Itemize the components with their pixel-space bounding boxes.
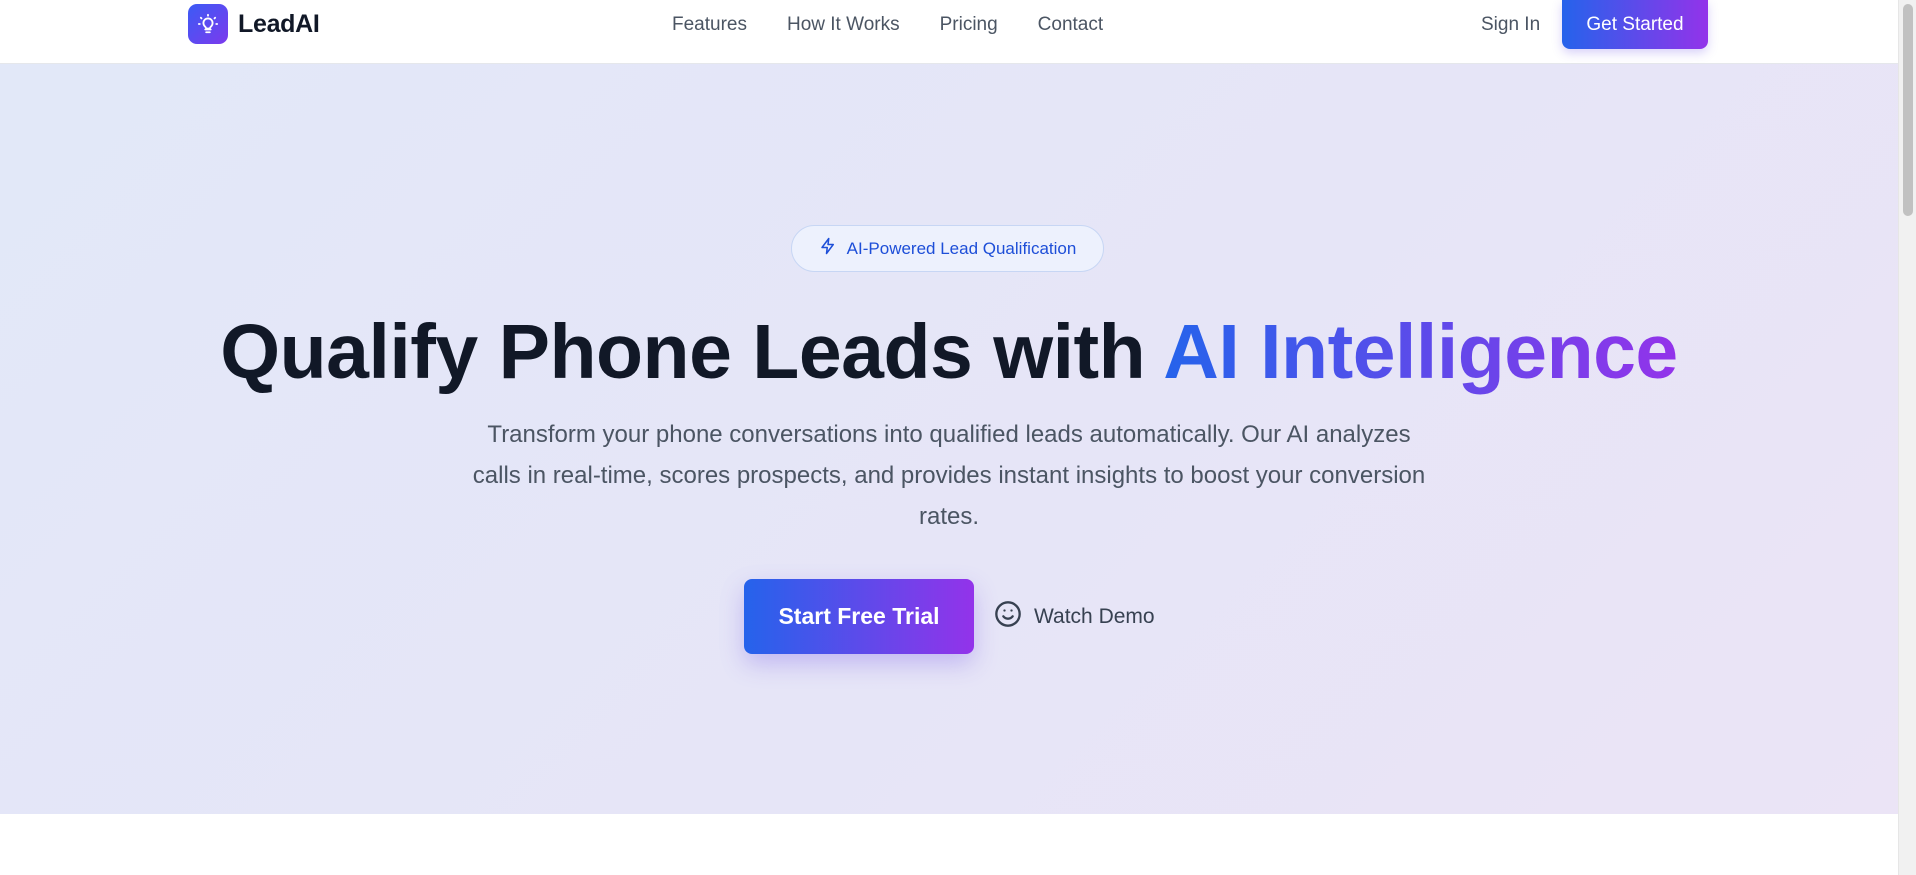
site-header: LeadAI Features How It Works Pricing Con… [0,0,1898,64]
smile-icon [994,600,1022,634]
scrollbar-thumb[interactable] [1903,4,1913,216]
sign-in-link[interactable]: Sign In [1481,12,1540,38]
get-started-button[interactable]: Get Started [1562,0,1708,49]
nav-link-features[interactable]: Features [672,12,747,38]
hero-headline: Qualify Phone Leads with AI Intelligence [0,304,1898,400]
brand-logo-link[interactable]: LeadAI [188,4,320,44]
lightning-bolt-icon [819,237,837,260]
hero-subtitle: Transform your phone conversations into … [472,421,1426,530]
start-free-trial-button[interactable]: Start Free Trial [744,579,974,654]
landing-page: LeadAI Features How It Works Pricing Con… [0,0,1916,875]
badge-label: AI-Powered Lead Qualification [846,238,1077,258]
main-nav: Features How It Works Pricing Contact [672,12,1103,38]
watch-demo-label: Watch Demo [1034,605,1155,628]
nav-link-contact[interactable]: Contact [1038,12,1103,38]
brand-name: LeadAI [238,9,320,38]
watch-demo-button[interactable]: Watch Demo [994,597,1155,637]
hero-section: AI-Powered Lead Qualification Qualify Ph… [0,64,1898,814]
nav-link-pricing[interactable]: Pricing [940,12,998,38]
headline-accent-text: AI Intelligence [1163,309,1678,395]
feature-badge: AI-Powered Lead Qualification [791,225,1104,272]
nav-link-how-it-works[interactable]: How It Works [787,12,900,38]
headline-text: Qualify Phone Leads with [220,309,1164,395]
lightbulb-icon [188,4,228,44]
page-scrollbar[interactable] [1898,0,1916,875]
